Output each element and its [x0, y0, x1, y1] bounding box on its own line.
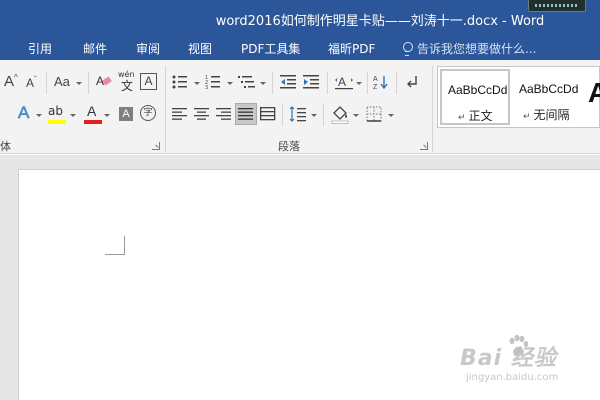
change-case-button[interactable]: Aa — [54, 75, 70, 88]
clear-formatting-icon[interactable]: A — [95, 72, 113, 90]
tab-foxit-pdf[interactable]: 福昕PDF — [328, 40, 375, 57]
paragraph-dialog-launcher-icon[interactable] — [420, 142, 428, 150]
increase-indent-icon[interactable] — [303, 74, 320, 90]
line-spacing-icon[interactable] — [289, 106, 307, 122]
bullets-icon[interactable] — [172, 74, 188, 90]
character-shading-button[interactable]: A — [119, 107, 133, 121]
text-effects-button[interactable]: A — [18, 104, 30, 122]
ribbon: A^ Aˇ Aa A wén 文 A A ab A A 字 体 123 A A … — [0, 60, 600, 154]
chevron-down-icon[interactable] — [227, 82, 233, 85]
separator — [282, 104, 283, 126]
separator — [323, 104, 324, 126]
tab-view[interactable]: 视图 — [188, 40, 212, 57]
separator — [327, 72, 328, 94]
styles-gallery: AaBbCcDd ↵ 正文 AaBbCcDd ↵ 无间隔 A — [437, 66, 600, 128]
watermark-url: jingyan.baidu.com — [466, 372, 559, 383]
chinese-layout-icon[interactable]: A — [334, 74, 354, 90]
svg-text:A: A — [338, 75, 346, 89]
margin-corner-mark — [105, 236, 125, 255]
separator — [46, 72, 47, 94]
chevron-down-icon[interactable] — [70, 114, 76, 117]
tab-review[interactable]: 审阅 — [136, 40, 160, 57]
chevron-down-icon[interactable] — [194, 82, 200, 85]
font-group-label: 体 — [0, 140, 11, 153]
align-center-icon[interactable] — [194, 107, 210, 121]
shading-icon[interactable] — [331, 104, 349, 124]
distributed-align-icon[interactable] — [260, 106, 276, 122]
window-title: word2016如何制作明星卡贴——刘涛十一.docx - Word — [215, 14, 545, 29]
baidu-jingyan-watermark: Bai 经验 jingyan.baidu.com — [460, 334, 600, 400]
shrink-font-button[interactable]: Aˇ — [26, 76, 37, 90]
chevron-down-icon[interactable] — [388, 114, 394, 117]
tab-references[interactable]: 引用 — [28, 40, 52, 57]
title-bar: word2016如何制作明星卡贴——刘涛十一.docx - Word — [0, 0, 600, 34]
paragraph-group-label: 段落 — [278, 140, 300, 153]
character-border-button[interactable]: A — [140, 73, 157, 90]
chevron-down-icon[interactable] — [311, 114, 317, 117]
separator — [432, 66, 433, 152]
separator — [165, 66, 166, 152]
align-right-icon[interactable] — [216, 107, 232, 121]
style-heading-preview[interactable]: A — [588, 77, 600, 109]
return-arrow-icon: ↵ — [458, 113, 466, 123]
enclose-characters-button[interactable]: 字 — [140, 105, 156, 121]
chevron-down-icon[interactable] — [36, 114, 42, 117]
justify-icon[interactable] — [235, 103, 257, 125]
chevron-down-icon[interactable] — [104, 114, 110, 117]
font-color-button[interactable]: A — [84, 104, 102, 126]
chevron-down-icon[interactable] — [353, 114, 359, 117]
svg-text:3: 3 — [205, 85, 208, 90]
style-name: ↵ 正文 — [458, 109, 493, 123]
chevron-down-icon[interactable] — [260, 82, 266, 85]
grow-font-button[interactable]: A^ — [4, 74, 18, 90]
tell-me-placeholder: 告诉我您想要做什么... — [417, 42, 537, 56]
sort-icon[interactable]: AZ — [373, 74, 389, 91]
tab-mailings[interactable]: 邮件 — [83, 40, 107, 57]
multilevel-list-icon[interactable] — [238, 74, 256, 90]
svg-text:A: A — [373, 76, 378, 83]
style-no-spacing[interactable]: AaBbCcDd ↵ 无间隔 — [512, 69, 582, 125]
separator — [88, 72, 89, 94]
highlight-color-button[interactable]: ab — [48, 105, 68, 125]
chevron-down-icon[interactable] — [356, 82, 362, 85]
tab-pdf-tools[interactable]: PDF工具集 — [241, 40, 300, 57]
style-normal[interactable]: AaBbCcDd ↵ 正文 — [440, 69, 510, 125]
svg-text:Z: Z — [373, 84, 378, 90]
style-sample: AaBbCcDd — [448, 83, 508, 97]
watermark-text: Bai 经验 — [460, 346, 557, 371]
lightbulb-icon — [402, 42, 413, 56]
chevron-down-icon[interactable] — [76, 82, 82, 85]
numbering-icon[interactable]: 123 — [205, 74, 221, 91]
align-left-icon[interactable] — [172, 107, 188, 121]
phonetic-guide-button[interactable]: wén 文 — [118, 71, 136, 93]
ribbon-tab-strip: 引用 邮件 审阅 视图 PDF工具集 福昕PDF 告诉我您想要做什么... — [0, 34, 600, 60]
separator — [367, 72, 368, 94]
decrease-indent-icon[interactable] — [280, 74, 297, 90]
separator — [272, 72, 273, 94]
return-arrow-icon: ↵ — [523, 112, 531, 122]
borders-icon[interactable] — [366, 106, 382, 122]
separator — [396, 72, 397, 94]
font-dialog-launcher-icon[interactable] — [152, 142, 160, 150]
tell-me-search[interactable]: 告诉我您想要做什么... — [402, 40, 536, 57]
window-thumbnail-icon — [528, 0, 586, 12]
style-sample: AaBbCcDd — [519, 82, 579, 96]
show-formatting-marks-icon[interactable] — [404, 74, 418, 90]
style-name: ↵ 无间隔 — [523, 108, 570, 122]
